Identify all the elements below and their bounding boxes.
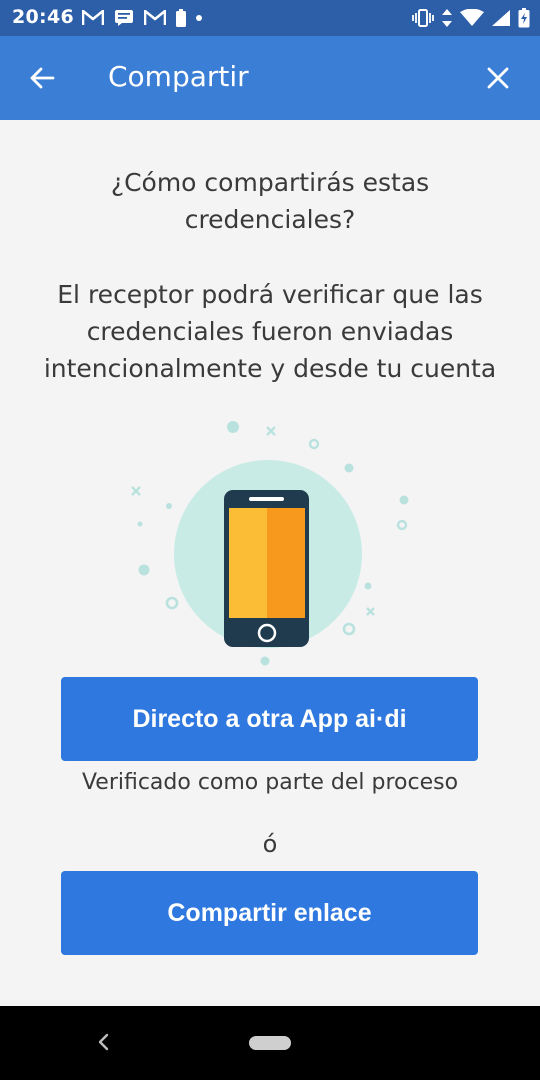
share-question: ¿Cómo compartirás estas credenciales? (110, 168, 430, 234)
wifi-icon (460, 9, 484, 26)
battery-saver-icon (176, 9, 186, 27)
status-system-icons (412, 6, 530, 30)
verified-note: Verificado como parte del proceso (81, 770, 459, 795)
signal-icon (492, 10, 510, 26)
share-direct-app-button[interactable]: Directo a otra App ai·di (61, 677, 478, 761)
status-bar: 20:46 (0, 0, 540, 36)
gmail-icon (82, 10, 104, 25)
message-icon (115, 10, 133, 26)
data-transfer-icon (442, 9, 452, 27)
chevron-left-icon (98, 1033, 109, 1051)
or-separator: ó (262, 830, 278, 858)
system-nav-bar (0, 1006, 540, 1080)
close-icon (487, 67, 509, 89)
battery-charging-icon (518, 8, 530, 28)
share-link-button[interactable]: Compartir enlace (61, 871, 478, 955)
page-title: Compartir (108, 60, 249, 93)
notification-dot-icon (196, 15, 202, 21)
arrow-left-icon (30, 67, 55, 89)
share-content: ¿Cómo compartirás estas credenciales? El… (0, 120, 540, 1006)
back-button[interactable] (20, 56, 64, 100)
app-bar: Compartir (0, 36, 540, 120)
status-time: 20:46 (12, 6, 74, 28)
smartphone-illustration (131, 421, 409, 666)
vibrate-icon (412, 9, 434, 27)
status-notification-icons (82, 8, 202, 28)
share-description: El receptor podrá verificar que las cred… (43, 280, 497, 383)
close-button[interactable] (476, 56, 520, 100)
nav-back-button[interactable] (90, 1028, 118, 1056)
home-pill-icon[interactable] (249, 1036, 291, 1050)
smartphone-icon (224, 490, 309, 647)
gmail-icon (144, 10, 166, 25)
